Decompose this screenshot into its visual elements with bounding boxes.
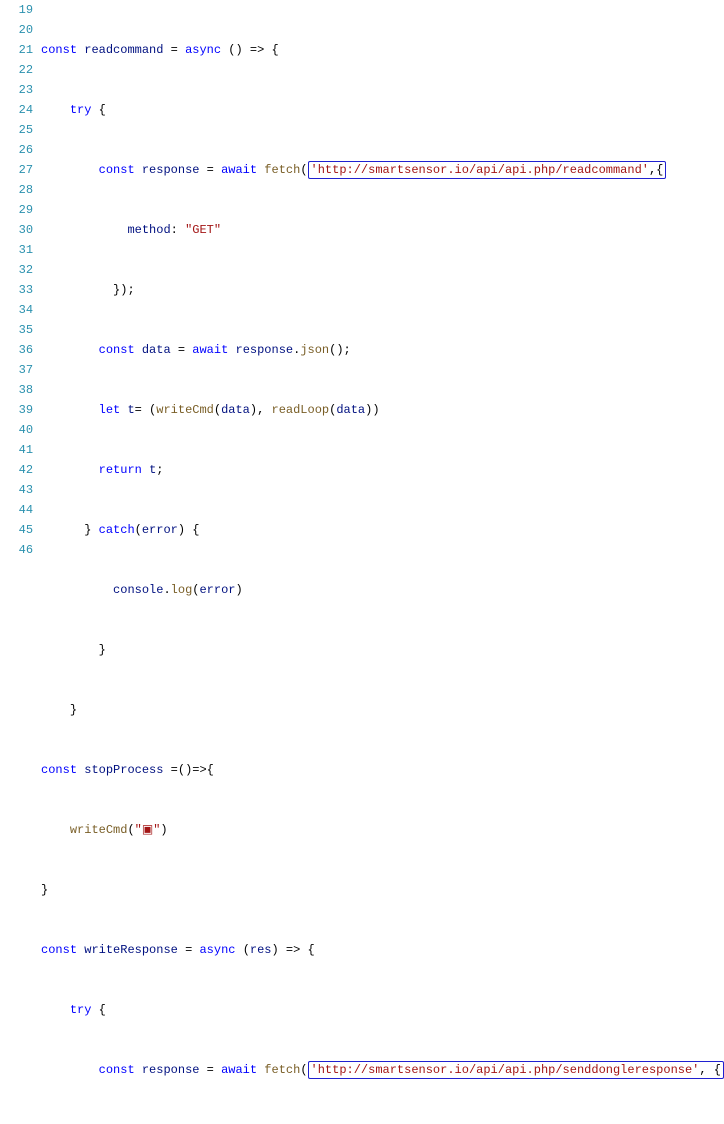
line-number: 35	[0, 320, 33, 340]
line-number: 19	[0, 0, 33, 20]
line-number: 39	[0, 400, 33, 420]
line-number: 24	[0, 100, 33, 120]
code-line: try {	[41, 100, 724, 120]
line-number: 37	[0, 360, 33, 380]
line-number: 20	[0, 20, 33, 40]
code-line: writeCmd("▣")	[41, 820, 724, 840]
line-number: 28	[0, 180, 33, 200]
line-number: 32	[0, 260, 33, 280]
code-line: console.log(error)	[41, 580, 724, 600]
url-highlight: 'http://smartsensor.io/api/api.php/readc…	[308, 161, 667, 179]
code-line: const data = await response.json();	[41, 340, 724, 360]
code-line: }	[41, 640, 724, 660]
line-number: 46	[0, 540, 33, 560]
code-line: method: "GET"	[41, 220, 724, 240]
code-line: }	[41, 880, 724, 900]
code-line: } catch(error) {	[41, 520, 724, 540]
line-number: 42	[0, 460, 33, 480]
code-line: const response = await fetch('http://sma…	[41, 1060, 724, 1080]
line-number: 43	[0, 480, 33, 500]
line-number: 26	[0, 140, 33, 160]
code-editor: 19 20 21 22 23 24 25 26 27 28 29 30 31 3…	[0, 0, 724, 1124]
line-number: 36	[0, 340, 33, 360]
code-line: });	[41, 280, 724, 300]
line-number: 38	[0, 380, 33, 400]
line-number: 34	[0, 300, 33, 320]
line-number: 33	[0, 280, 33, 300]
line-number: 44	[0, 500, 33, 520]
line-number: 41	[0, 440, 33, 460]
line-number: 27	[0, 160, 33, 180]
code-line: const writeResponse = async (res) => {	[41, 940, 724, 960]
code-line: method: 'POST',	[41, 1120, 724, 1124]
url-highlight: 'http://smartsensor.io/api/api.php/sendd…	[308, 1061, 724, 1079]
line-number: 31	[0, 240, 33, 260]
line-number-gutter: 19 20 21 22 23 24 25 26 27 28 29 30 31 3…	[0, 0, 41, 1124]
line-number: 21	[0, 40, 33, 60]
line-number: 30	[0, 220, 33, 240]
code-line: let t= (writeCmd(data), readLoop(data))	[41, 400, 724, 420]
line-number: 45	[0, 520, 33, 540]
code-line: try {	[41, 1000, 724, 1020]
code-content: const readcommand = async () => { try { …	[41, 0, 724, 1124]
code-line: return t;	[41, 460, 724, 480]
line-number: 22	[0, 60, 33, 80]
line-number: 29	[0, 200, 33, 220]
line-number: 25	[0, 120, 33, 140]
code-line: const stopProcess =()=>{	[41, 760, 724, 780]
line-number: 40	[0, 420, 33, 440]
line-number: 23	[0, 80, 33, 100]
code-line: }	[41, 700, 724, 720]
code-line: const readcommand = async () => {	[41, 40, 724, 60]
code-line: const response = await fetch('http://sma…	[41, 160, 724, 180]
